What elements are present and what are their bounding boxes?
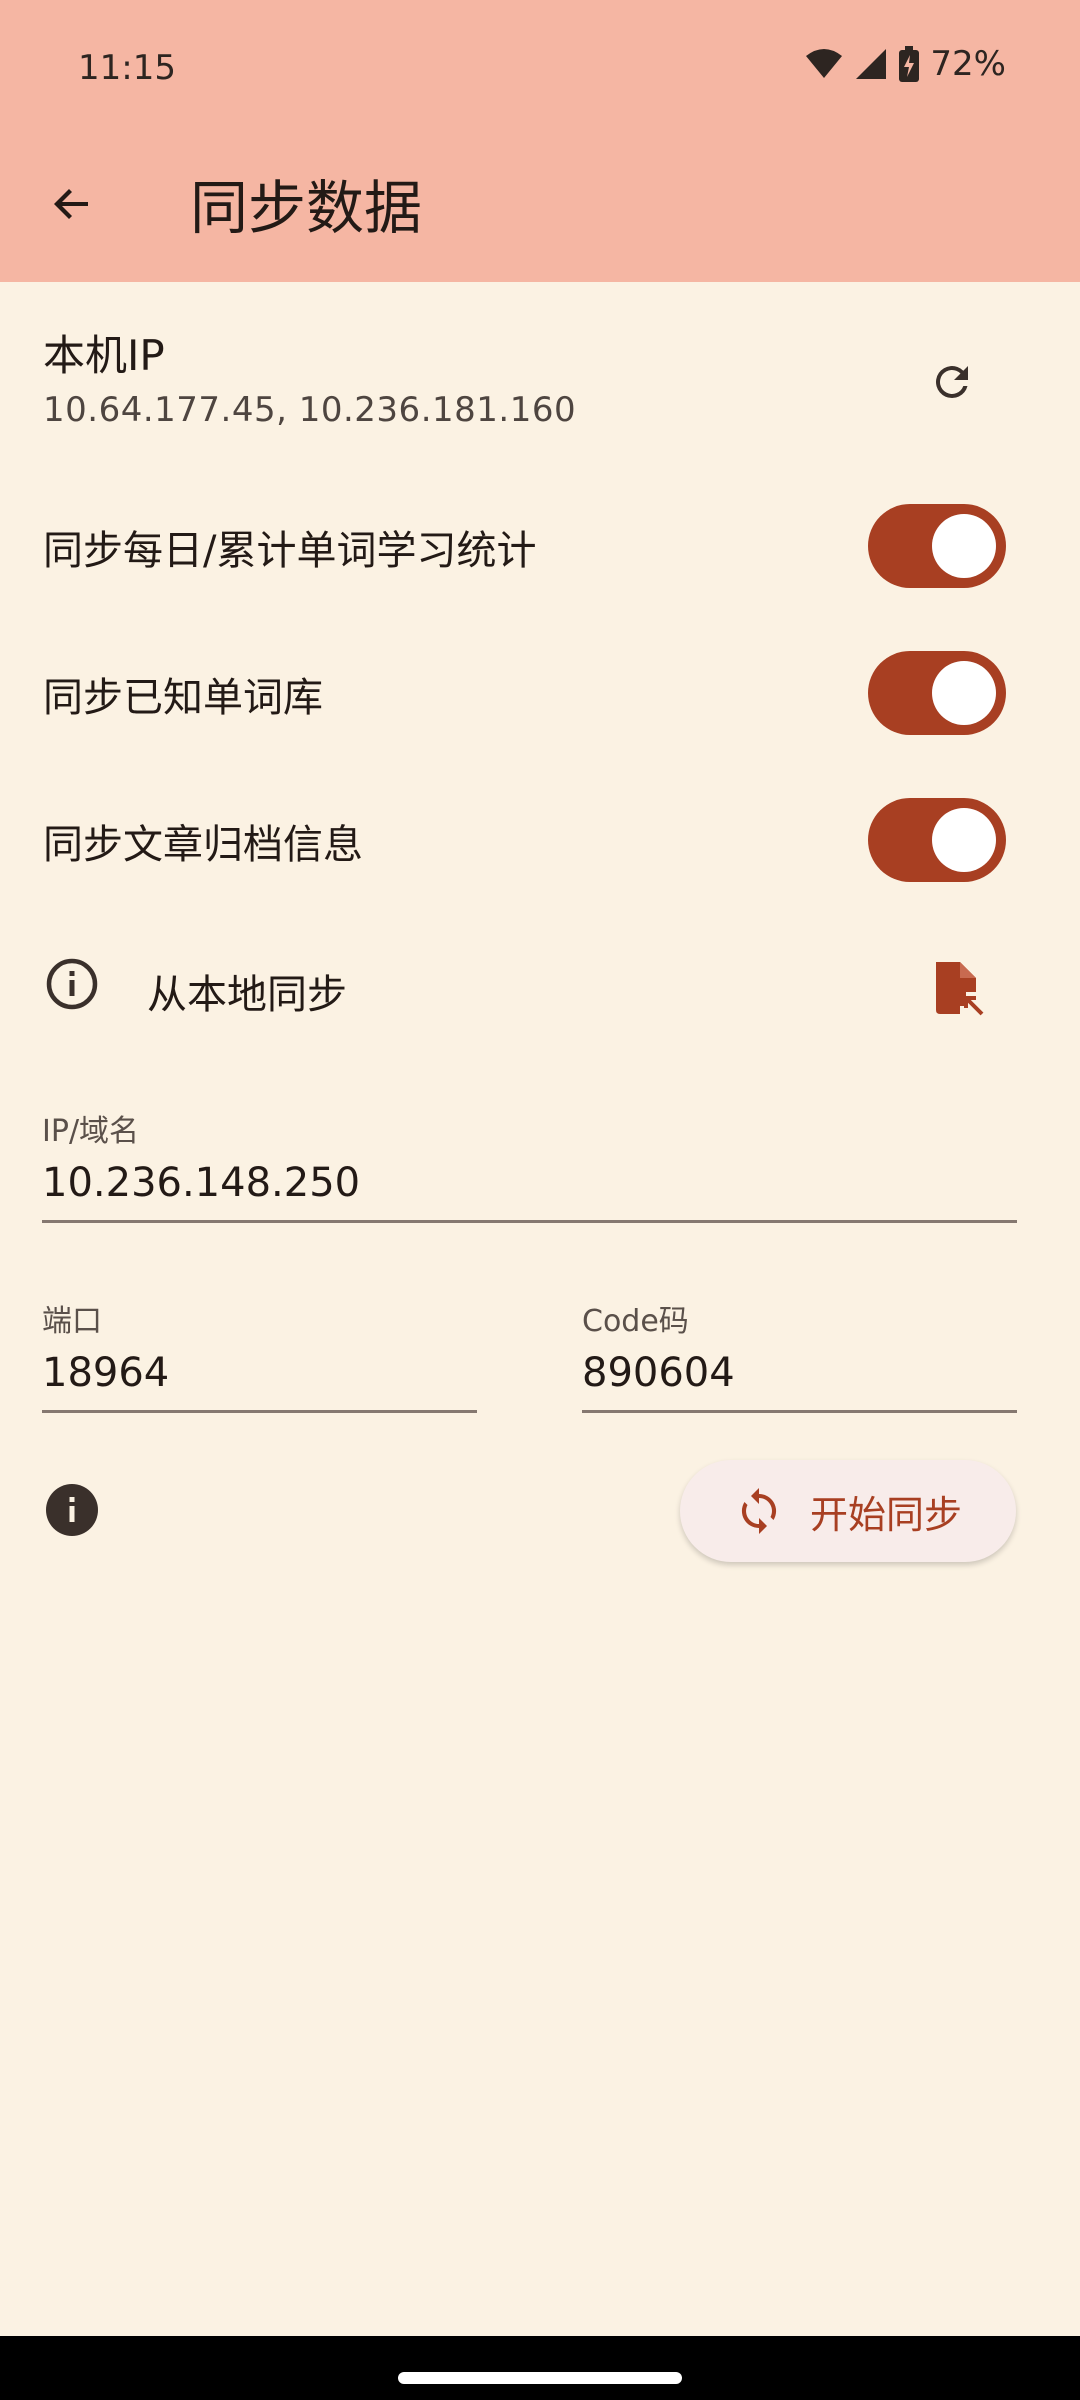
arrow-back-icon	[54, 189, 88, 219]
sync-icon	[741, 1488, 777, 1534]
toggle-knob	[932, 808, 996, 872]
cellular-signal-icon	[854, 47, 888, 81]
code-input[interactable]	[582, 1340, 1017, 1410]
info-filled-icon[interactable]	[44, 1482, 100, 1538]
toggle-knob	[932, 514, 996, 578]
switch-label-stats: 同步每日/累计单词学习统计	[43, 528, 537, 574]
status-icons: 72%	[804, 44, 1006, 84]
switch-row-stats: 同步每日/累计单词学习统计	[0, 490, 1080, 600]
switch-row-archive: 同步文章归档信息	[0, 784, 1080, 894]
host-underline	[42, 1220, 1017, 1223]
back-button[interactable]	[36, 168, 108, 240]
port-underline	[42, 1410, 477, 1413]
wifi-icon	[804, 48, 844, 80]
toggle-sync-stats[interactable]	[868, 504, 1006, 588]
port-field: 端口	[42, 1296, 477, 1413]
page-title: 同步数据	[190, 174, 423, 242]
start-sync-label: 开始同步	[809, 1492, 962, 1537]
sync-data-screen: 11:15 72% 同步数据 本机IP 10.64.177.45, 10.236…	[0, 0, 1080, 2400]
toggle-sync-archive[interactable]	[868, 798, 1006, 882]
port-input[interactable]	[42, 1340, 477, 1410]
code-field: Code码	[582, 1296, 1017, 1413]
status-time: 11:15	[78, 48, 176, 88]
switch-label-archive: 同步文章归档信息	[43, 822, 363, 868]
local-sync-label: 从本地同步	[147, 972, 347, 1018]
switch-row-known-words: 同步已知单词库	[0, 637, 1080, 747]
toggle-knob	[932, 661, 996, 725]
host-field-label: IP/域名	[42, 1114, 140, 1149]
local-sync-file-button[interactable]	[922, 952, 994, 1024]
start-sync-button[interactable]: 开始同步	[680, 1460, 1016, 1562]
local-sync-row: 从本地同步	[0, 932, 1080, 1042]
switch-label-known-words: 同步已知单词库	[43, 675, 323, 721]
local-ip-value: 10.64.177.45, 10.236.181.160	[43, 390, 577, 430]
battery-charging-icon	[898, 46, 920, 82]
refresh-ip-button[interactable]	[916, 346, 988, 418]
host-field: IP/域名	[42, 1106, 1017, 1223]
refresh-icon	[936, 366, 968, 399]
host-input[interactable]	[42, 1150, 1017, 1220]
toggle-sync-known-words[interactable]	[868, 651, 1006, 735]
code-field-label: Code码	[582, 1304, 689, 1339]
info-outline-icon[interactable]	[44, 956, 100, 1012]
top-app-bar: 11:15 72% 同步数据	[0, 0, 1080, 282]
code-underline	[582, 1410, 1017, 1413]
port-field-label: 端口	[42, 1304, 102, 1339]
battery-percent: 72%	[930, 44, 1006, 84]
file-import-icon	[936, 962, 984, 1016]
home-gesture-handle[interactable]	[398, 2372, 682, 2384]
local-ip-label: 本机IP	[43, 331, 165, 380]
system-nav-bar	[0, 2336, 1080, 2400]
